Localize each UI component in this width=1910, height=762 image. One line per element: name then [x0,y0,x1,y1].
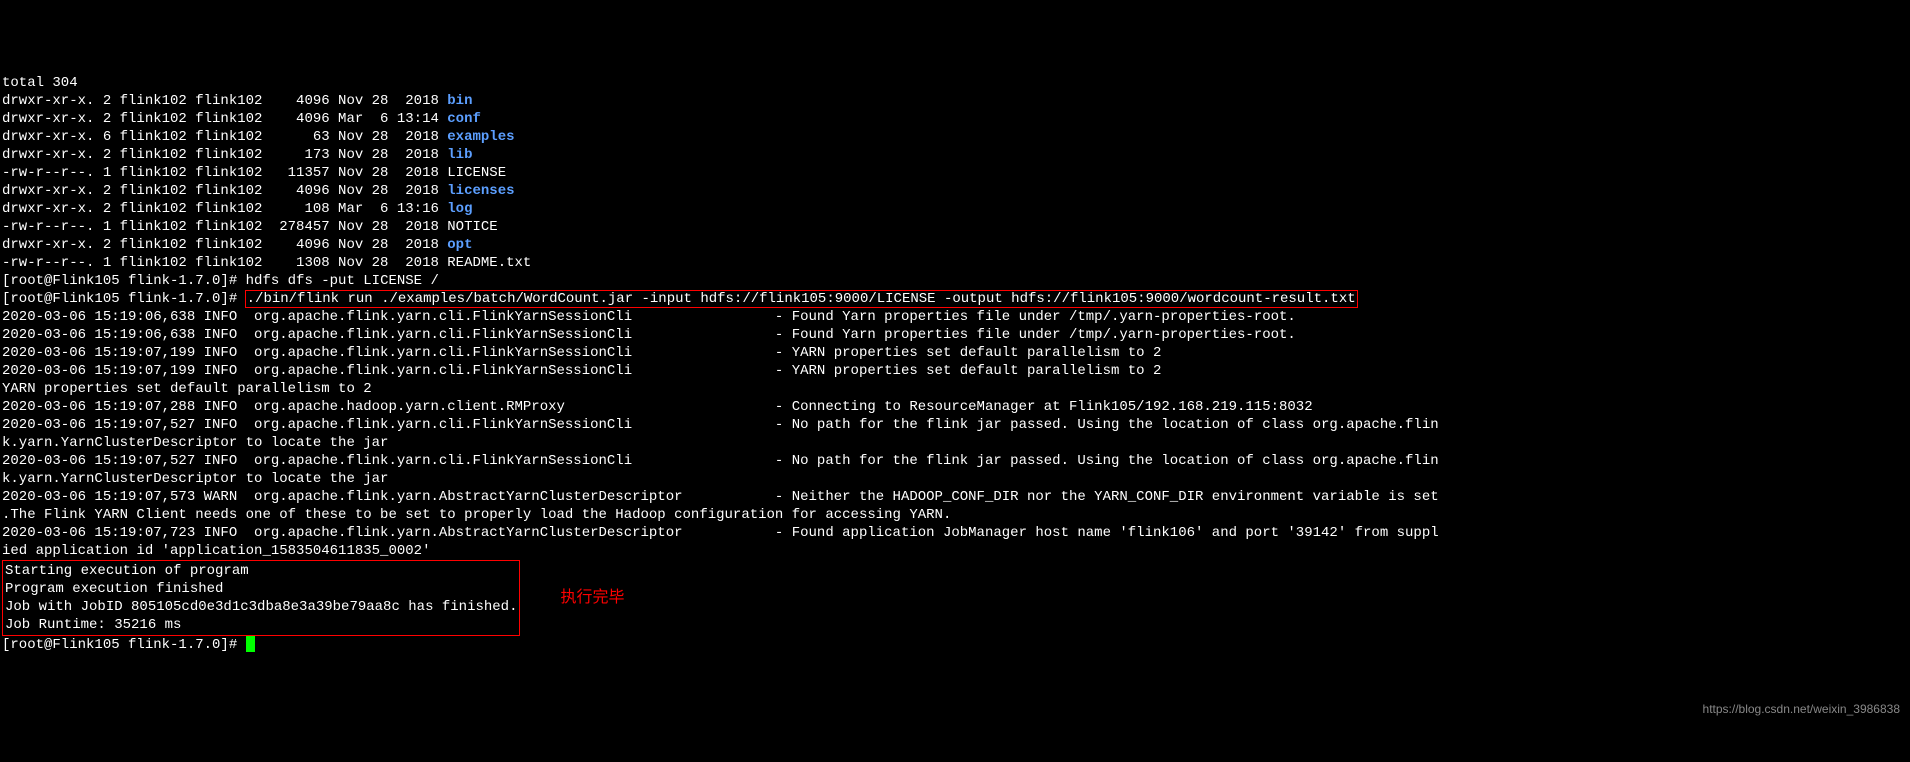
file-name: licenses [447,183,514,199]
cursor [246,636,255,652]
watermark: https://blog.csdn.net/weixin_3986838 [1703,700,1900,718]
file-name: lib [447,147,472,163]
result-line: Starting execution of program [5,562,517,580]
log-line: .The Flink YARN Client needs one of thes… [2,506,1908,524]
ls-row: -rw-r--r--. 1 flink102 flink102 1308 Nov… [2,254,1908,272]
log-line: k.yarn.YarnClusterDescriptor to locate t… [2,470,1908,488]
terminal-output[interactable]: total 304drwxr-xr-x. 2 flink102 flink102… [2,74,1908,654]
result-line: Job with JobID 805105cd0e3d1c3dba8e3a39b… [5,598,517,616]
command: hdfs dfs -put LICENSE / [246,273,439,289]
log-line: 2020-03-06 15:19:07,723 INFO org.apache.… [2,524,1908,542]
prompt-line-1: [root@Flink105 flink-1.7.0]# hdfs dfs -p… [2,272,1908,290]
ls-row: drwxr-xr-x. 6 flink102 flink102 63 Nov 2… [2,128,1908,146]
prompt: [root@Flink105 flink-1.7.0]# [2,273,246,289]
log-line: 2020-03-06 15:19:07,199 INFO org.apache.… [2,362,1908,380]
log-line: 2020-03-06 15:19:07,573 WARN org.apache.… [2,488,1908,506]
log-line: 2020-03-06 15:19:07,288 INFO org.apache.… [2,398,1908,416]
ls-row: drwxr-xr-x. 2 flink102 flink102 4096 Nov… [2,92,1908,110]
ls-row: -rw-r--r--. 1 flink102 flink102 278457 N… [2,218,1908,236]
file-name: LICENSE [447,165,506,181]
ls-row: drwxr-xr-x. 2 flink102 flink102 4096 Nov… [2,236,1908,254]
prompt-line-2: [root@Flink105 flink-1.7.0]# ./bin/flink… [2,290,1908,308]
file-name: examples [447,129,514,145]
prompt: [root@Flink105 flink-1.7.0]# [2,637,246,653]
file-name: NOTICE [447,219,497,235]
annotation-label: 执行完毕 [560,589,624,607]
result-line: Job Runtime: 35216 ms [5,616,517,634]
log-line: ied application id 'application_15835046… [2,542,1908,560]
file-name: opt [447,237,472,253]
log-line: YARN properties set default parallelism … [2,380,1908,398]
log-line: 2020-03-06 15:19:07,527 INFO org.apache.… [2,416,1908,434]
file-name: log [447,201,472,217]
ls-row: drwxr-xr-x. 2 flink102 flink102 4096 Nov… [2,182,1908,200]
file-name: conf [447,111,481,127]
result-line: Program execution finished [5,580,517,598]
ls-row: drwxr-xr-x. 2 flink102 flink102 173 Nov … [2,146,1908,164]
log-line: 2020-03-06 15:19:07,527 INFO org.apache.… [2,452,1908,470]
ls-row: -rw-r--r--. 1 flink102 flink102 11357 No… [2,164,1908,182]
log-line: k.yarn.YarnClusterDescriptor to locate t… [2,434,1908,452]
ls-row: drwxr-xr-x. 2 flink102 flink102 108 Mar … [2,200,1908,218]
log-line: 2020-03-06 15:19:07,199 INFO org.apache.… [2,344,1908,362]
ls-row: drwxr-xr-x. 2 flink102 flink102 4096 Mar… [2,110,1908,128]
prompt-line-3[interactable]: [root@Flink105 flink-1.7.0]# [2,636,1908,654]
highlighted-command: ./bin/flink run ./examples/batch/WordCou… [246,291,1357,307]
prompt: [root@Flink105 flink-1.7.0]# [2,291,246,307]
file-name: README.txt [447,255,531,271]
total-line: total 304 [2,74,1908,92]
log-line: 2020-03-06 15:19:06,638 INFO org.apache.… [2,326,1908,344]
result-box: Starting execution of programProgram exe… [2,560,520,636]
log-line: 2020-03-06 15:19:06,638 INFO org.apache.… [2,308,1908,326]
file-name: bin [447,93,472,109]
